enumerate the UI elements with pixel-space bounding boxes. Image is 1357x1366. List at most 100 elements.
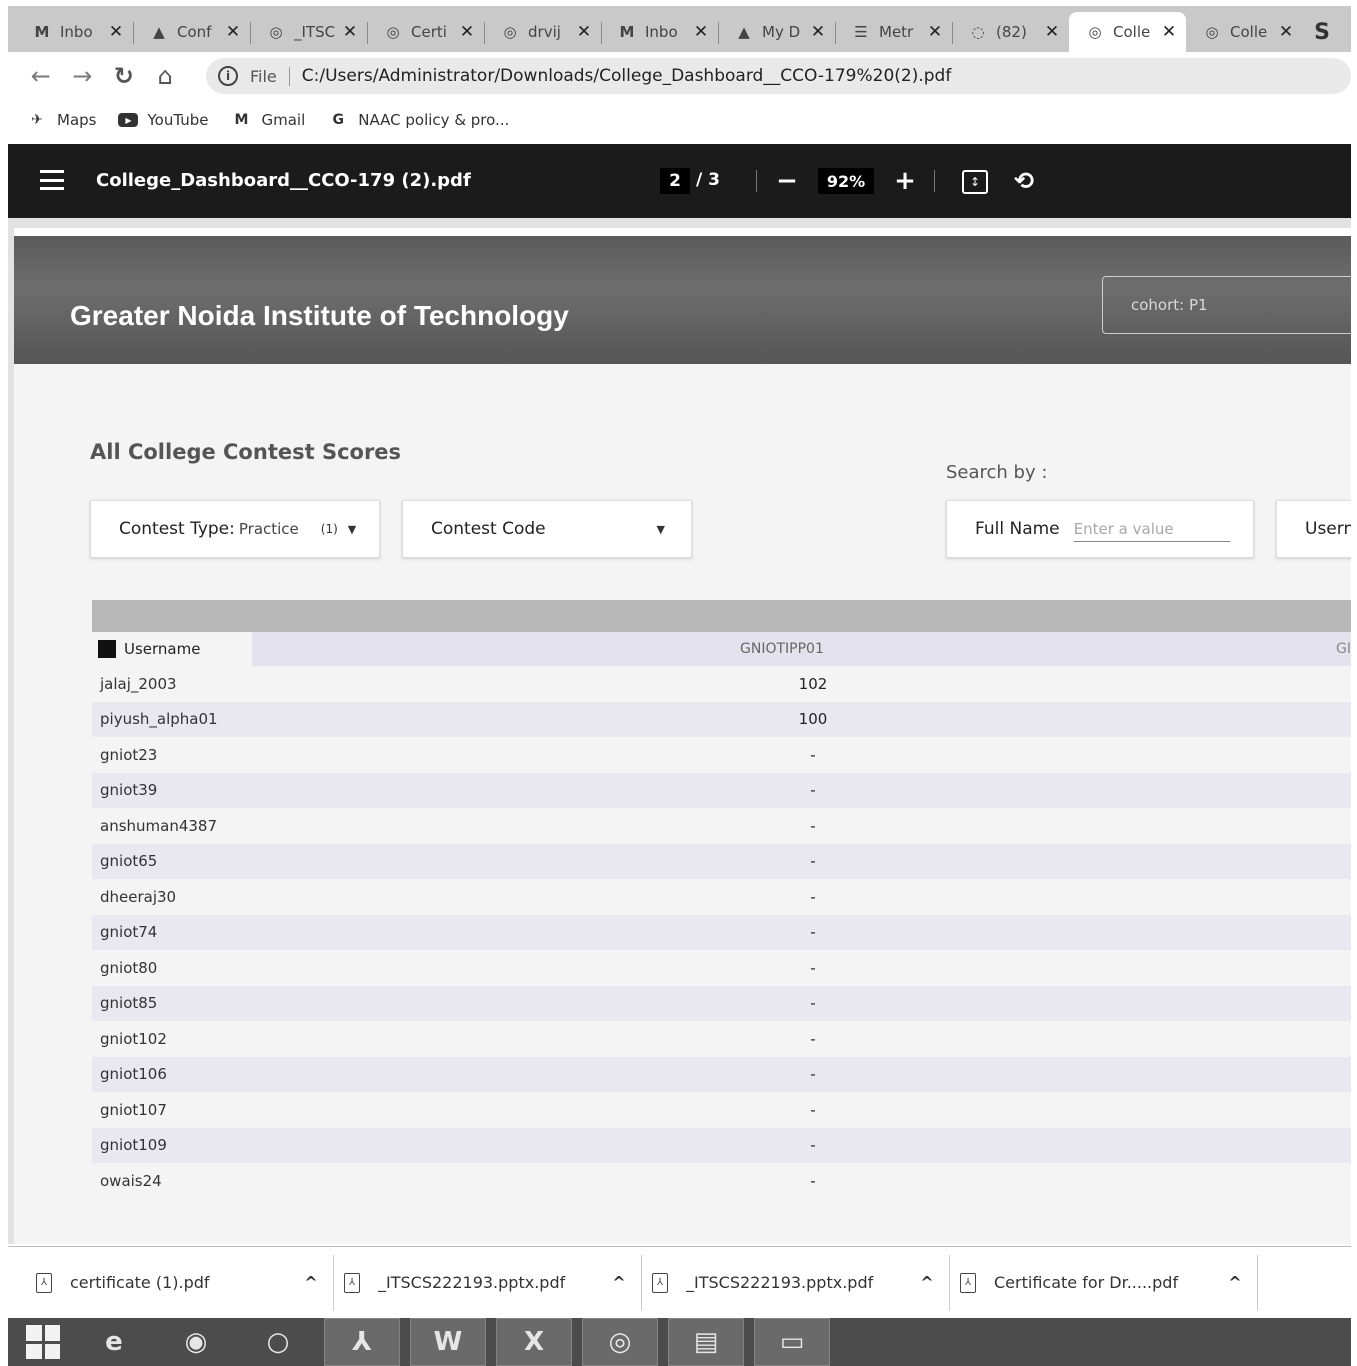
word-icon[interactable]: W (410, 1318, 486, 1366)
chevron-up-icon[interactable]: ^ (609, 1273, 629, 1292)
zoom-out-button[interactable]: − (774, 164, 800, 198)
acrobat-icon[interactable]: ⅄ (324, 1318, 400, 1366)
download-item[interactable]: ⅄ _ITSCS222193.pptx.pdf ^ (642, 1254, 950, 1311)
score-cell: - (810, 1029, 816, 1048)
reload-button[interactable]: ↻ (105, 57, 143, 95)
download-item[interactable]: ⅄ _ITSCS222193.pptx.pdf ^ (334, 1254, 642, 1311)
file-explorer-icon[interactable]: ▤ (668, 1318, 744, 1366)
forward-button[interactable]: → (64, 57, 102, 95)
username-cell: gniot80 (100, 958, 158, 977)
table-row: gniot23 - (92, 737, 1351, 773)
chevron-up-icon[interactable]: ^ (301, 1273, 321, 1292)
back-button[interactable]: ← (22, 57, 60, 95)
score-cell: 102 (798, 674, 828, 693)
windows-icon (26, 1325, 60, 1359)
username-cell: gniot39 (100, 781, 158, 800)
contest-code-label: Contest Code (431, 519, 546, 539)
close-icon[interactable]: ✕ (926, 22, 944, 42)
pdf-viewport[interactable]: Greater Noida Institute of Technology co… (8, 218, 1351, 1244)
username-cell: gniot102 (100, 1029, 167, 1048)
close-icon[interactable]: ✕ (1160, 22, 1178, 42)
browser-tab[interactable]: M Inbo ✕ (601, 12, 718, 52)
browser-tab[interactable]: ◎ drvij ✕ (484, 12, 601, 52)
contest-type-select[interactable]: Contest Type: Practice (1) ▼ (90, 500, 380, 558)
close-icon[interactable]: ✕ (107, 22, 125, 42)
browser-tab[interactable]: ◎ _ITSC ✕ (250, 12, 367, 52)
drive-icon: ▲ (738, 23, 750, 41)
browser-tab[interactable]: ◎ Certi ✕ (367, 12, 484, 52)
download-shelf: ⅄ certificate (1).pdf ^ ⅄ _ITSCS222193.pptx.… (8, 1246, 1351, 1318)
download-item[interactable]: ⅄ certificate (1).pdf ^ (26, 1254, 334, 1311)
close-icon[interactable]: ✕ (809, 22, 827, 42)
rotate-icon[interactable]: ⟲ (1010, 166, 1038, 196)
opera-icon[interactable]: ○ (242, 1318, 314, 1366)
tab-title: Certi (411, 23, 447, 41)
document-icon: ☰ (854, 23, 868, 41)
home-button[interactable]: ⌂ (147, 57, 185, 95)
close-icon[interactable]: ✕ (341, 22, 359, 42)
page-number-input[interactable]: 2 (660, 168, 690, 194)
pdf-file-icon: ⅄ (36, 1272, 52, 1293)
tab-title: drvij (528, 23, 561, 41)
close-icon[interactable]: ✕ (692, 22, 710, 42)
download-item[interactable]: ⅄ Certificate for Dr.....pdf ^ (950, 1254, 1258, 1311)
bookmark-label: NAAC policy & pro... (358, 111, 510, 129)
firefox-icon[interactable]: ◉ (160, 1318, 232, 1366)
toolbar-divider (934, 170, 935, 192)
gmail-icon: M (619, 23, 635, 41)
chevron-up-icon[interactable]: ^ (917, 1273, 937, 1292)
info-icon[interactable]: i (218, 66, 238, 86)
browser-tab[interactable]: M Inbo ✕ (16, 12, 133, 52)
table-header: Username GNIOTIPP01 GI (92, 632, 1351, 666)
close-icon[interactable]: ✕ (575, 22, 593, 42)
username-cell: gniot74 (100, 923, 158, 942)
bookmark-item[interactable]: ✈ Maps (26, 111, 96, 129)
browser-tab[interactable]: ◎ Colle ✕ (1186, 12, 1303, 52)
username-cell: gniot107 (100, 1100, 167, 1119)
browser-tab[interactable]: ▲ Conf ✕ (133, 12, 250, 52)
score-cell: - (810, 816, 816, 835)
contest-code-select[interactable]: Contest Code ▼ (402, 500, 692, 558)
close-icon[interactable]: ✕ (1277, 22, 1295, 42)
close-icon[interactable]: ✕ (458, 22, 476, 42)
zoom-in-button[interactable]: + (890, 164, 920, 198)
fit-to-page-icon[interactable]: ↕ (962, 170, 988, 194)
username-column-header[interactable]: Username (92, 632, 252, 666)
full-name-input[interactable] (1073, 516, 1230, 542)
tab-title: Colle (1230, 23, 1268, 41)
zoom-level-input[interactable]: 92% (818, 168, 874, 194)
cohort-select[interactable]: cohort: P1 (1102, 276, 1351, 334)
chrome-icon[interactable]: ◎ (582, 1318, 658, 1366)
chevron-up-icon[interactable]: ^ (1225, 1273, 1245, 1292)
table-row: dheeraj30 - (92, 879, 1351, 915)
bookmark-label: Gmail (261, 111, 306, 129)
bookmark-label: Maps (57, 111, 97, 129)
next-contest-column-header[interactable]: GI (1336, 641, 1351, 657)
table-row: anshuman4387 - (92, 808, 1351, 844)
excel-icon[interactable]: X (496, 1318, 572, 1366)
username-cell: gniot65 (100, 852, 158, 871)
username-search[interactable]: Usern (1276, 500, 1351, 558)
browser-tab[interactable]: ▲ My D ✕ (718, 12, 835, 52)
address-bar[interactable]: i File C:/Users/Administrator/Downloads/… (206, 58, 1351, 94)
start-button[interactable] (18, 1318, 68, 1366)
table-row: gniot74 - (92, 914, 1351, 950)
bookmark-item[interactable]: G NAAC policy & pro... (327, 111, 510, 129)
close-icon[interactable]: ✕ (1043, 22, 1061, 42)
browser-tab[interactable]: ☰ Metr ✕ (835, 12, 952, 52)
score-cell: 100 (798, 710, 828, 729)
bookmark-item[interactable]: M Gmail (230, 111, 306, 129)
menu-icon[interactable] (40, 170, 64, 190)
close-icon[interactable]: ✕ (224, 22, 242, 42)
address-url[interactable]: C:/Users/Administrator/Downloads/College… (302, 66, 952, 86)
extension-icon[interactable]: S (1307, 12, 1337, 52)
select-all-checkbox[interactable] (98, 640, 116, 658)
browser-tab[interactable]: ◌ (82) ✕ (952, 12, 1069, 52)
window-icon[interactable]: ▭ (754, 1318, 830, 1366)
table-row: gniot65 - (92, 843, 1351, 879)
internet-explorer-icon[interactable]: e (78, 1318, 150, 1366)
bookmark-item[interactable]: ▶ YouTube (118, 111, 208, 129)
table-row: gniot109 - (92, 1127, 1351, 1163)
contest-column-header[interactable]: GNIOTIPP01 (740, 641, 824, 657)
browser-tab[interactable]: ◎ Colle ✕ (1069, 12, 1186, 52)
